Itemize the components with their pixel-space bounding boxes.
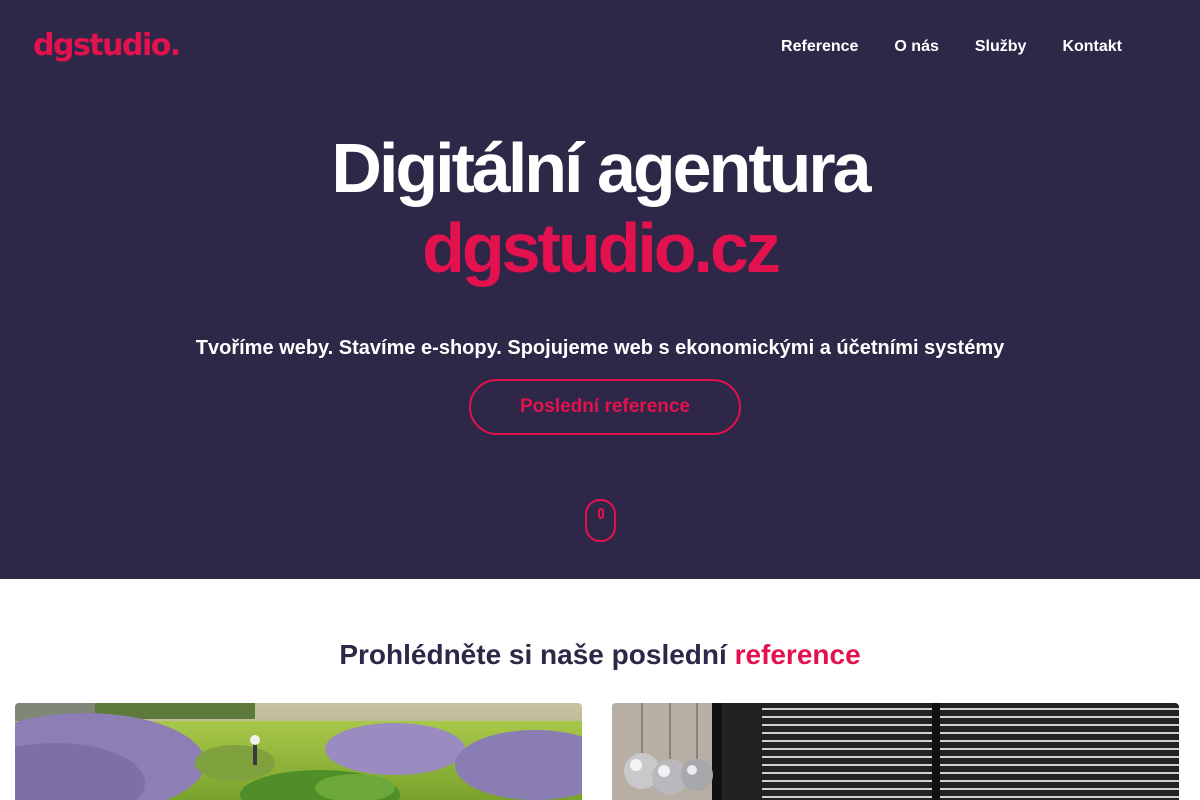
mouse-wheel-icon bbox=[597, 508, 604, 519]
nav-item-sluzby[interactable]: Služby bbox=[975, 37, 1027, 57]
site-logo[interactable]: dgstudio. bbox=[33, 24, 181, 68]
hero-title: Digitální agentura bbox=[331, 129, 871, 207]
hero-section: dgstudio. Reference O nás Služby Kontakt… bbox=[0, 0, 1200, 579]
garden-lavender-photo bbox=[15, 703, 582, 800]
hero-tagline: Tvoříme weby. Stavíme e-shopy. Spojujeme… bbox=[195, 337, 1005, 359]
nav-item-o-nas[interactable]: O nás bbox=[894, 37, 938, 57]
main-nav: Reference O nás Služby Kontakt bbox=[781, 37, 1122, 57]
references-heading-prefix: Prohlédněte si naše poslední bbox=[339, 639, 727, 670]
mouse-scroll-icon[interactable] bbox=[585, 499, 616, 542]
references-heading: Prohlédněte si naše poslední reference bbox=[0, 637, 1200, 673]
reference-card-garden[interactable] bbox=[15, 703, 582, 800]
latest-references-button[interactable]: Poslední reference bbox=[469, 379, 741, 435]
hero-brand: dgstudio.cz bbox=[422, 209, 781, 287]
interior-pendant-lamps-photo bbox=[612, 703, 1179, 800]
nav-item-reference[interactable]: Reference bbox=[781, 37, 858, 57]
reference-card-interior[interactable] bbox=[612, 703, 1179, 800]
nav-item-kontakt[interactable]: Kontakt bbox=[1062, 37, 1122, 57]
references-heading-accent: reference bbox=[734, 639, 861, 670]
